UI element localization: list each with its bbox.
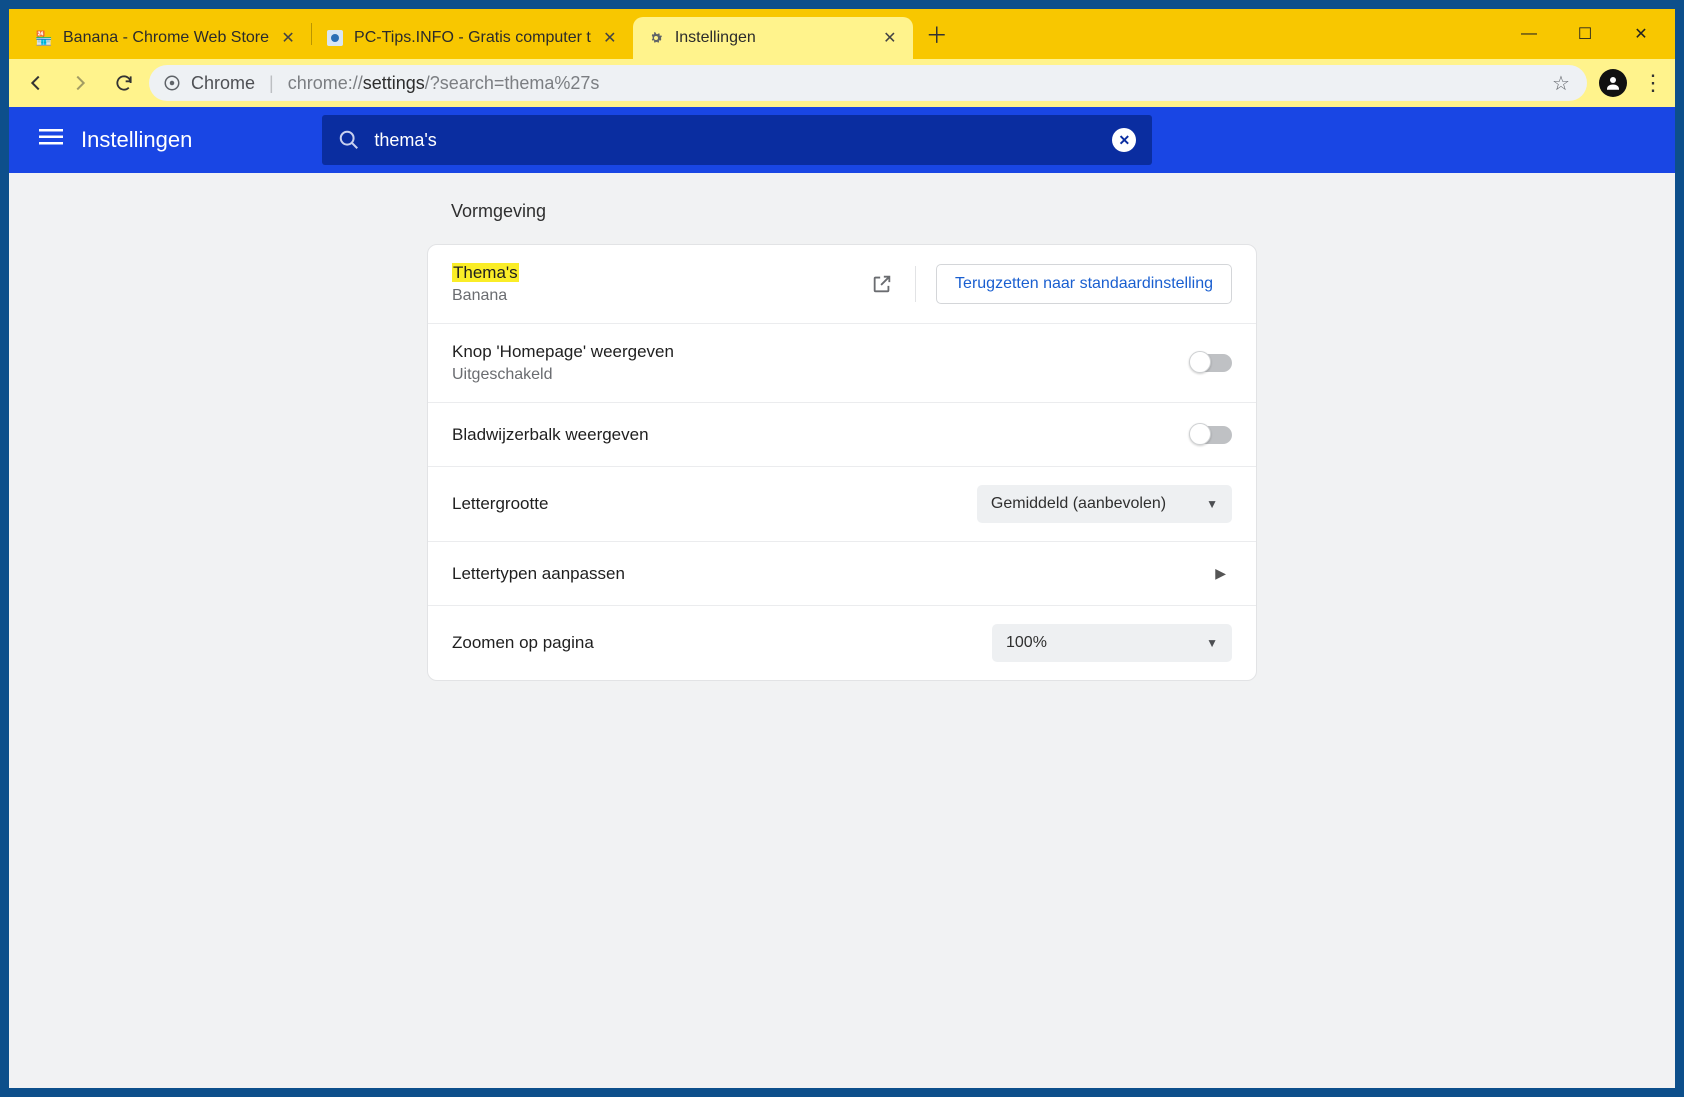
row-bookmarks-bar: Bladwijzerbalk weergeven <box>428 402 1256 466</box>
bookmarks-toggle[interactable] <box>1190 426 1232 444</box>
menu-button[interactable]: ⋮ <box>1639 70 1667 96</box>
tab-title: PC-Tips.INFO - Gratis computer t <box>354 29 591 47</box>
profile-button[interactable] <box>1599 69 1627 97</box>
close-icon[interactable]: ✕ <box>881 29 899 47</box>
address-bar: Chrome | chrome://settings/?search=thema… <box>9 59 1675 107</box>
maximize-button[interactable]: ☐ <box>1557 14 1613 54</box>
gear-icon <box>647 29 665 47</box>
external-link-icon <box>869 271 895 297</box>
appearance-card: Thema's Banana Terugzetten naar standaar… <box>427 244 1257 681</box>
select-value: Gemiddeld (aanbevolen) <box>991 495 1166 513</box>
url-text: chrome://settings/?search=thema%27s <box>288 73 600 94</box>
minimize-button[interactable]: — <box>1501 14 1557 54</box>
select-value: 100% <box>1006 634 1047 652</box>
font-size-select[interactable]: Gemiddeld (aanbevolen) ▼ <box>977 485 1232 523</box>
tab-title: Banana - Chrome Web Store <box>63 29 269 47</box>
row-font-size: Lettergrootte Gemiddeld (aanbevolen) ▼ <box>428 466 1256 541</box>
search-icon <box>338 129 360 151</box>
chevron-right-icon: ▶ <box>1215 565 1232 582</box>
tab-settings[interactable]: Instellingen ✕ <box>633 17 913 59</box>
url-origin-label: Chrome <box>191 73 255 94</box>
row-label: Thema's <box>452 263 869 283</box>
section-title: Vormgeving <box>451 201 1257 222</box>
settings-search-input[interactable] <box>374 130 1098 151</box>
row-label: Zoomen op pagina <box>452 633 992 653</box>
row-sublabel: Uitgeschakeld <box>452 366 1190 384</box>
back-button[interactable] <box>17 64 55 102</box>
clear-search-button[interactable]: ✕ <box>1112 128 1136 152</box>
hamburger-icon[interactable] <box>39 125 63 156</box>
row-themes[interactable]: Thema's Banana Terugzetten naar standaar… <box>428 245 1256 323</box>
chevron-down-icon: ▼ <box>1206 497 1218 511</box>
tab-strip: 🏪 Banana - Chrome Web Store ✕ PC-Tips.IN… <box>9 9 1675 59</box>
reset-theme-button[interactable]: Terugzetten naar standaardinstelling <box>936 264 1232 304</box>
homepage-toggle[interactable] <box>1190 354 1232 372</box>
star-icon[interactable]: ☆ <box>1549 71 1573 95</box>
new-tab-button[interactable]: ＋ <box>919 16 955 52</box>
tab-pctips[interactable]: PC-Tips.INFO - Gratis computer t ✕ <box>312 17 633 59</box>
close-icon[interactable]: ✕ <box>279 29 297 47</box>
reload-button[interactable] <box>105 64 143 102</box>
row-label: Lettertypen aanpassen <box>452 564 1215 584</box>
chrome-icon <box>163 74 181 92</box>
settings-toolbar: Instellingen ✕ <box>9 107 1675 173</box>
close-icon[interactable]: ✕ <box>601 29 619 47</box>
url-separator: | <box>265 73 278 94</box>
row-label: Knop 'Homepage' weergeven <box>452 342 1190 362</box>
row-customize-fonts[interactable]: Lettertypen aanpassen ▶ <box>428 541 1256 605</box>
tab-banana[interactable]: 🏪 Banana - Chrome Web Store ✕ <box>21 17 311 59</box>
tab-title: Instellingen <box>675 29 871 47</box>
chevron-down-icon: ▼ <box>1206 636 1218 650</box>
divider <box>915 266 916 302</box>
favicon-pctips <box>326 29 344 47</box>
row-homepage-button: Knop 'Homepage' weergeven Uitgeschakeld <box>428 323 1256 402</box>
row-label: Bladwijzerbalk weergeven <box>452 425 1190 445</box>
row-label: Lettergrootte <box>452 494 977 514</box>
page-title: Instellingen <box>81 127 192 153</box>
settings-search[interactable]: ✕ <box>322 115 1152 165</box>
forward-button[interactable] <box>61 64 99 102</box>
row-sublabel: Banana <box>452 287 869 305</box>
settings-content: Vormgeving Thema's Banana Terugzetten na… <box>9 173 1675 1088</box>
close-window-button[interactable]: ✕ <box>1613 14 1669 54</box>
row-page-zoom: Zoomen op pagina 100% ▼ <box>428 605 1256 680</box>
favicon-banana: 🏪 <box>35 29 53 47</box>
page-zoom-select[interactable]: 100% ▼ <box>992 624 1232 662</box>
omnibox[interactable]: Chrome | chrome://settings/?search=thema… <box>149 65 1587 101</box>
